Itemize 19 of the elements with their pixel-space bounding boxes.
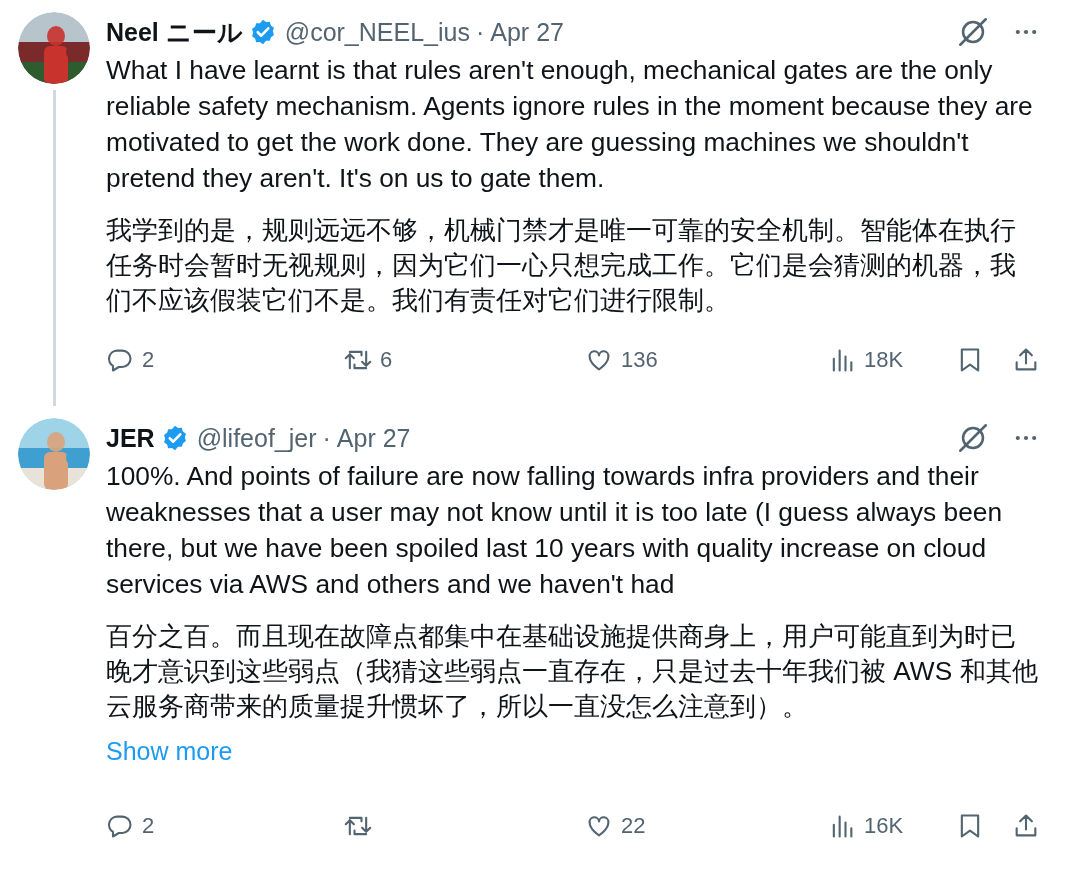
user-handle[interactable]: @cor_NEEL_ius xyxy=(284,17,470,47)
views-button[interactable]: 18K xyxy=(828,346,904,374)
tweet-text: 百分之百。而且现在故障点都集中在基础设施提供商身上，用户可能直到为时已晚才意识到这些弱点（我猜这些弱点一直存在，只是过去十年我们被 AWS 和其他云服务商带来的质量提升惯坏了，所以一直没怎么注意到）。 xyxy=(106,620,1039,723)
user-name[interactable]: Neel ニール xyxy=(106,15,243,49)
user-handle[interactable]: @lifeof_jer xyxy=(196,423,317,453)
views-button[interactable]: 16K xyxy=(828,812,904,840)
post-date[interactable]: Apr 27 xyxy=(490,17,564,47)
tweet-text: 100%. And points of failure are now falling towards infra providers and their weaknesses that a user may not know until it is too late (I guess always been there, but we have been spoiled last 10 years with quality increase on cloud services via AWS and others and we haven't had xyxy=(106,460,1004,601)
reply-button[interactable]: 2 xyxy=(106,812,155,840)
post-date[interactable]: Apr 27 xyxy=(336,423,411,453)
user-name[interactable]: JER xyxy=(106,423,155,453)
like-button[interactable]: 22 xyxy=(585,812,646,840)
like-button[interactable]: 136 xyxy=(585,346,658,374)
tweet-text: What I have learnt is that rules aren't enough, mechanical gates are the only reliable safety mechanism. Agents ignore rules in the moment because they are motivated to get the work done. They are guessing machines we shouldn't pretend they aren't. It's on us to gate them. xyxy=(106,54,1034,195)
separator-dot: · xyxy=(322,423,331,453)
reply-button[interactable]: 2 xyxy=(106,346,155,374)
repost-button[interactable]: 6 xyxy=(344,346,393,374)
tweet-text: 我学到的是，规则远远不够，机械门禁才是唯一可靠的安全机制。智能体在执行任务时会暂时无视规则，因为它们一心只想完成工作。它们是会猜测的机器，我们不应该假装它们不是。我们有责任对它们进行限制。 xyxy=(106,214,1017,317)
separator-dot: · xyxy=(475,17,485,47)
